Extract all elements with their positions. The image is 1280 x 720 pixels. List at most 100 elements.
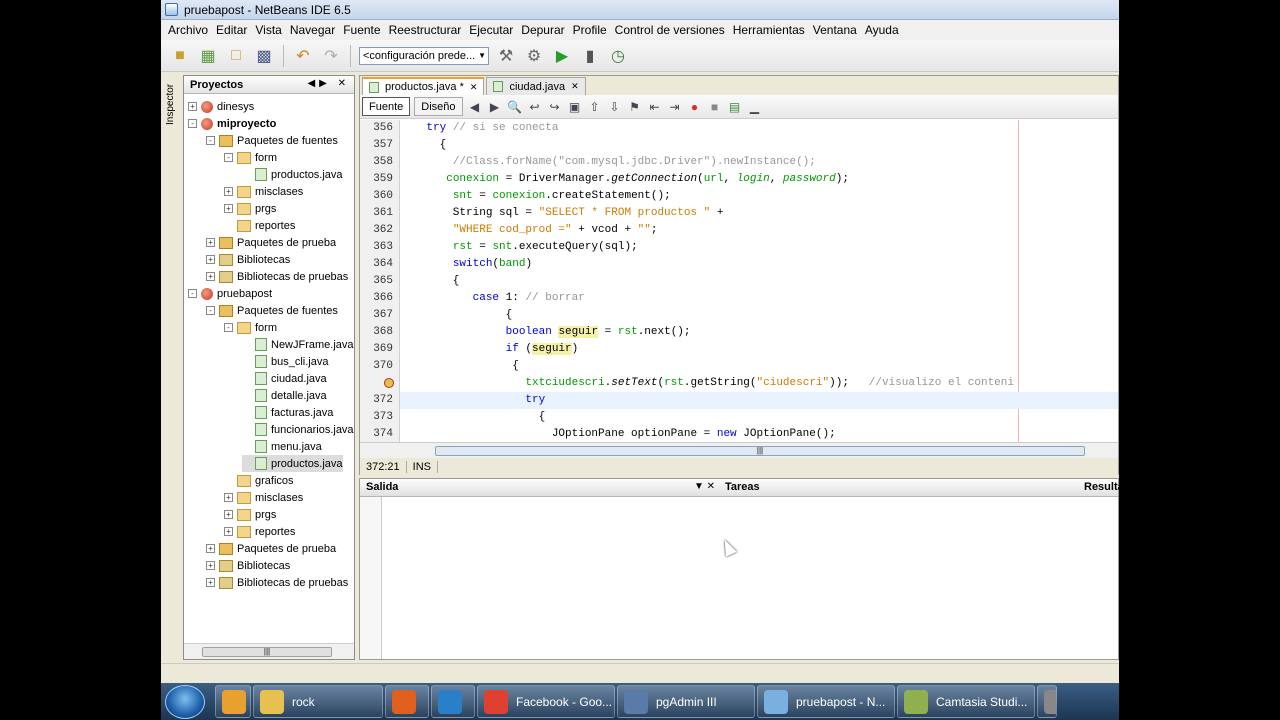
menu-item-12[interactable]: Ayuda bbox=[861, 23, 903, 37]
editor-tab[interactable]: productos.java * ✕ bbox=[362, 77, 485, 95]
collapse-icon[interactable]: - bbox=[206, 136, 215, 145]
find-previous-icon[interactable]: ↩ bbox=[527, 99, 543, 115]
menu-item-2[interactable]: Vista bbox=[251, 23, 285, 37]
code-line[interactable]: { bbox=[400, 409, 1118, 426]
code-line[interactable]: try bbox=[400, 392, 1118, 409]
record-macro-icon[interactable]: ● bbox=[687, 99, 703, 115]
error-marker-icon[interactable] bbox=[384, 378, 394, 388]
tab-salida[interactable]: Salida bbox=[366, 481, 398, 493]
expand-icon[interactable]: + bbox=[224, 493, 233, 502]
code-line[interactable]: { bbox=[400, 273, 1118, 290]
tree-node[interactable]: graficos bbox=[224, 472, 294, 489]
taskbar-item[interactable] bbox=[1037, 685, 1057, 718]
tree-node[interactable]: menu.java bbox=[242, 438, 322, 455]
code-line[interactable]: boolean seguir = rst.next(); bbox=[400, 324, 1118, 341]
toggle-bookmark-icon[interactable]: ⚑ bbox=[627, 99, 643, 115]
save-all-icon[interactable]: ▩ bbox=[253, 45, 275, 67]
tree-node[interactable]: bus_cli.java bbox=[242, 353, 328, 370]
tab-resultados[interactable]: Resulta bbox=[1084, 481, 1119, 493]
code-line[interactable]: { bbox=[400, 358, 1118, 375]
tree-node[interactable]: + misclases bbox=[224, 183, 303, 200]
run-icon[interactable]: ▶ bbox=[551, 45, 573, 67]
tree-node[interactable]: NewJFrame.java bbox=[242, 336, 354, 353]
tree-node[interactable]: ciudad.java bbox=[242, 370, 327, 387]
taskbar-item[interactable]: rock bbox=[253, 685, 383, 718]
taskbar-item[interactable]: Camtasia Studi... bbox=[897, 685, 1035, 718]
menu-item-3[interactable]: Navegar bbox=[286, 23, 339, 37]
undo-icon[interactable]: ↶ bbox=[292, 45, 314, 67]
next-bookmark-icon[interactable]: ⇩ bbox=[607, 99, 623, 115]
forward-icon[interactable]: ▶ bbox=[487, 99, 503, 115]
collapse-icon[interactable]: - bbox=[206, 306, 215, 315]
expand-icon[interactable]: + bbox=[206, 578, 215, 587]
collapse-icon[interactable]: - bbox=[224, 323, 233, 332]
design-view-button[interactable]: Diseño bbox=[414, 97, 463, 116]
menu-item-5[interactable]: Reestructurar bbox=[385, 23, 466, 37]
tree-node[interactable]: + prgs bbox=[224, 506, 276, 523]
code-line[interactable]: if (seguir) bbox=[400, 341, 1118, 358]
expand-icon[interactable]: + bbox=[224, 204, 233, 213]
tree-node[interactable]: + Paquetes de prueba bbox=[206, 234, 336, 251]
code-line[interactable]: switch(band) bbox=[400, 256, 1118, 273]
tree-node[interactable]: + reportes bbox=[224, 523, 295, 540]
menu-item-10[interactable]: Herramientas bbox=[729, 23, 809, 37]
menu-item-6[interactable]: Ejecutar bbox=[465, 23, 517, 37]
tree-node[interactable]: - Paquetes de fuentes bbox=[206, 302, 338, 319]
tree-node[interactable]: + dinesys bbox=[188, 98, 254, 115]
code-line[interactable]: JOptionPane optionPane = new JOptionPane… bbox=[400, 426, 1118, 442]
menu-item-4[interactable]: Fuente bbox=[339, 23, 384, 37]
build-icon[interactable]: ⚒ bbox=[495, 45, 517, 67]
code-line[interactable]: String sql = "SELECT * FROM productos " … bbox=[400, 205, 1118, 222]
tree-node[interactable]: - form bbox=[224, 149, 277, 166]
tree-node[interactable]: reportes bbox=[224, 217, 295, 234]
code-line[interactable]: case 1: // borrar bbox=[400, 290, 1118, 307]
tree-node[interactable]: + misclases bbox=[224, 489, 303, 506]
close-icon[interactable]: ✕ bbox=[571, 81, 579, 92]
expand-icon[interactable]: + bbox=[224, 510, 233, 519]
expand-icon[interactable]: + bbox=[188, 102, 197, 111]
menu-item-0[interactable]: Archivo bbox=[164, 23, 212, 37]
taskbar-item[interactable] bbox=[385, 685, 429, 718]
prev-bookmark-icon[interactable]: ⇧ bbox=[587, 99, 603, 115]
code-editor[interactable]: 356 357 358 359 360 361 362 363 364 365 366 367 368 3… bbox=[360, 120, 1118, 442]
tree-node[interactable]: - Paquetes de fuentes bbox=[206, 132, 338, 149]
tree-node[interactable]: + Bibliotecas bbox=[206, 557, 290, 574]
collapse-icon[interactable]: - bbox=[224, 153, 233, 162]
tree-node[interactable]: + Bibliotecas de pruebas bbox=[206, 268, 348, 285]
tree-node[interactable]: funcionarios.java bbox=[242, 421, 354, 438]
tree-node[interactable]: - pruebapost bbox=[188, 285, 272, 302]
panel-controls[interactable]: ▼ ✕ bbox=[694, 481, 715, 492]
find-next-icon[interactable]: ↪ bbox=[547, 99, 563, 115]
tree-node[interactable]: detalle.java bbox=[242, 387, 327, 404]
taskbar-item[interactable] bbox=[215, 685, 251, 718]
code-line[interactable]: //Class.forName("com.mysql.jdbc.Driver")… bbox=[400, 154, 1118, 171]
taskbar-item[interactable]: Facebook - Goo... bbox=[477, 685, 615, 718]
tree-node[interactable]: + prgs bbox=[224, 200, 276, 217]
scrollbar-thumb[interactable]: ||| bbox=[202, 647, 332, 657]
expand-icon[interactable]: + bbox=[224, 187, 233, 196]
expand-icon[interactable]: + bbox=[206, 544, 215, 553]
tree-node[interactable]: + Bibliotecas de pruebas bbox=[206, 574, 348, 591]
editor-tab[interactable]: ciudad.java ✕ bbox=[486, 77, 586, 95]
code-line[interactable]: snt = conexion.createStatement(); bbox=[400, 188, 1118, 205]
tree-node[interactable]: productos.java bbox=[242, 166, 343, 183]
code-line[interactable]: { bbox=[400, 137, 1118, 154]
scrollbar-thumb[interactable]: ||| bbox=[435, 446, 1085, 456]
code-line[interactable]: try // si se conecta bbox=[400, 120, 1118, 137]
menu-item-7[interactable]: Depurar bbox=[517, 23, 568, 37]
expand-icon[interactable]: + bbox=[206, 272, 215, 281]
taskbar-item[interactable]: pgAdmin III bbox=[617, 685, 755, 718]
collapse-icon[interactable]: - bbox=[188, 289, 197, 298]
close-icon[interactable]: ✕ bbox=[470, 82, 478, 93]
tree-node[interactable]: + Bibliotecas bbox=[206, 251, 290, 268]
code-line[interactable]: conexion = DriverManager.getConnection(u… bbox=[400, 171, 1118, 188]
code-line[interactable]: "WHERE cod_prod =" + vcod + ""; bbox=[400, 222, 1118, 239]
editor-horizontal-scrollbar[interactable]: ||| bbox=[360, 442, 1118, 458]
projects-horizontal-scrollbar[interactable]: ||| bbox=[184, 643, 354, 659]
tree-node[interactable]: - miproyecto bbox=[188, 115, 276, 132]
debug-icon[interactable]: ▮ bbox=[579, 45, 601, 67]
stop-macro-icon[interactable]: ■ bbox=[707, 99, 723, 115]
expand-icon[interactable]: + bbox=[206, 238, 215, 247]
new-project-icon[interactable]: ■ bbox=[169, 45, 191, 67]
shift-left-icon[interactable]: ⇤ bbox=[647, 99, 663, 115]
